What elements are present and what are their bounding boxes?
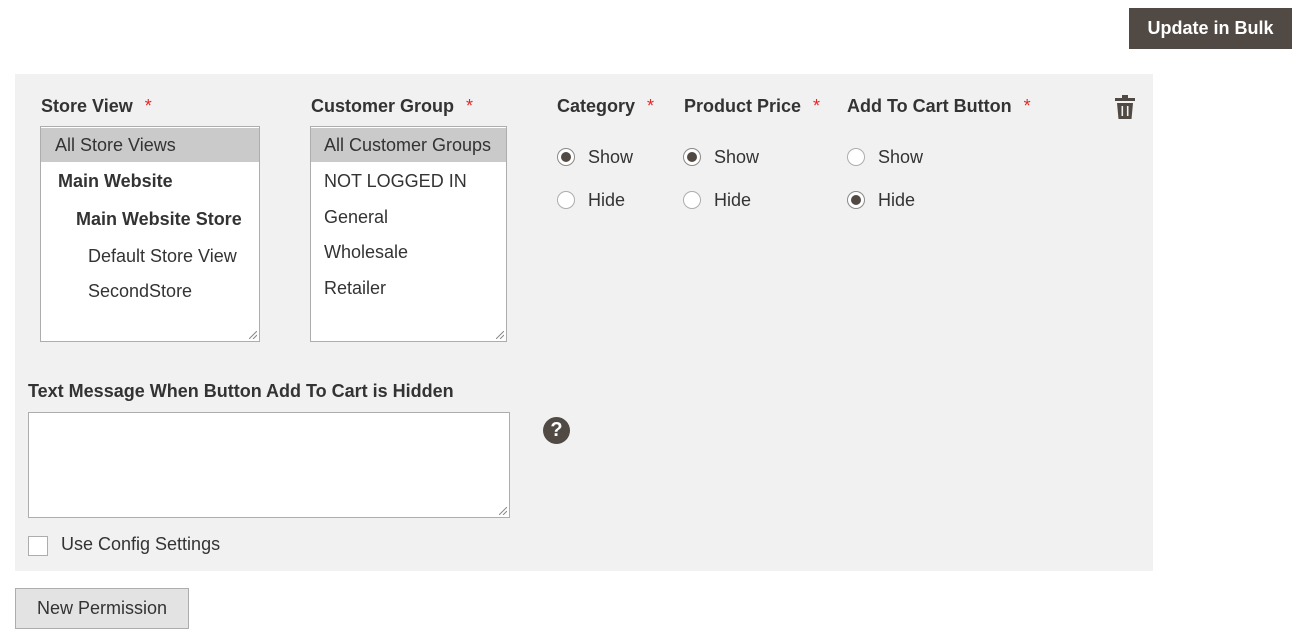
category-show-radio[interactable]: Show	[557, 145, 633, 169]
radio-unchecked-icon[interactable]	[557, 191, 575, 209]
store-view-select[interactable]: All Store Views Main Website Main Websit…	[40, 126, 260, 342]
radio-label: Show	[714, 146, 760, 167]
radio-label: Show	[588, 146, 634, 167]
radio-checked-icon[interactable]	[557, 148, 575, 166]
customer-group-label-text: Customer Group	[311, 96, 455, 116]
radio-checked-icon[interactable]	[847, 191, 865, 209]
radio-label: Hide	[714, 189, 752, 210]
radio-label: Show	[878, 146, 924, 167]
customer-group-option[interactable]: All Customer Groups	[311, 128, 506, 162]
update-in-bulk-button[interactable]: Update in Bulk	[1129, 8, 1292, 49]
product-price-label: Product Price *	[684, 96, 820, 117]
permission-panel: Store View * All Store Views Main Website…	[15, 74, 1153, 571]
category-label-text: Category	[557, 96, 636, 116]
store-view-option[interactable]: All Store Views	[41, 128, 259, 162]
store-view-label: Store View *	[41, 96, 152, 117]
resize-handle-icon[interactable]	[496, 331, 504, 339]
product-price-label-text: Product Price	[684, 96, 802, 116]
radio-label: Hide	[878, 189, 916, 210]
text-message-textarea[interactable]	[28, 412, 510, 518]
use-config-label[interactable]: Use Config Settings	[61, 534, 220, 555]
customer-group-label: Customer Group *	[311, 96, 473, 117]
use-config-checkbox[interactable]	[28, 536, 48, 556]
customer-group-option[interactable]: Retailer	[311, 271, 506, 305]
radio-label: Hide	[588, 189, 626, 210]
customer-group-select[interactable]: All Customer Groups NOT LOGGED IN Genera…	[310, 126, 507, 342]
resize-handle-icon[interactable]	[249, 331, 257, 339]
category-label: Category *	[557, 96, 654, 117]
customer-group-option[interactable]: Wholesale	[311, 235, 506, 269]
radio-checked-icon[interactable]	[683, 148, 701, 166]
radio-unchecked-icon[interactable]	[683, 191, 701, 209]
customer-group-option[interactable]: General	[311, 200, 506, 234]
required-mark: *	[813, 96, 821, 116]
store-view-option[interactable]: SecondStore	[41, 274, 259, 308]
text-message-label: Text Message When Button Add To Cart is …	[28, 381, 454, 401]
add-to-cart-hide-radio[interactable]: Hide	[847, 188, 915, 212]
store-view-label-text: Store View	[41, 96, 133, 116]
radio-unchecked-icon[interactable]	[847, 148, 865, 166]
trash-icon[interactable]	[1115, 95, 1135, 119]
product-price-hide-radio[interactable]: Hide	[683, 188, 751, 212]
add-to-cart-label-text: Add To Cart Button	[847, 96, 1012, 116]
required-mark: *	[466, 96, 474, 116]
add-to-cart-show-radio[interactable]: Show	[847, 145, 923, 169]
resize-handle-icon[interactable]	[499, 507, 507, 515]
required-mark: *	[1023, 96, 1031, 116]
store-view-option[interactable]: Default Store View	[41, 239, 259, 273]
question-circle-icon[interactable]: ?	[543, 417, 570, 444]
store-view-option[interactable]: Main Website Store	[41, 202, 259, 236]
product-price-show-radio[interactable]: Show	[683, 145, 759, 169]
customer-group-option[interactable]: NOT LOGGED IN	[311, 164, 506, 198]
required-mark: *	[144, 96, 152, 116]
new-permission-button[interactable]: New Permission	[15, 588, 189, 629]
category-hide-radio[interactable]: Hide	[557, 188, 625, 212]
store-view-option[interactable]: Main Website	[41, 164, 259, 198]
add-to-cart-label: Add To Cart Button *	[847, 96, 1031, 117]
required-mark: *	[647, 96, 655, 116]
